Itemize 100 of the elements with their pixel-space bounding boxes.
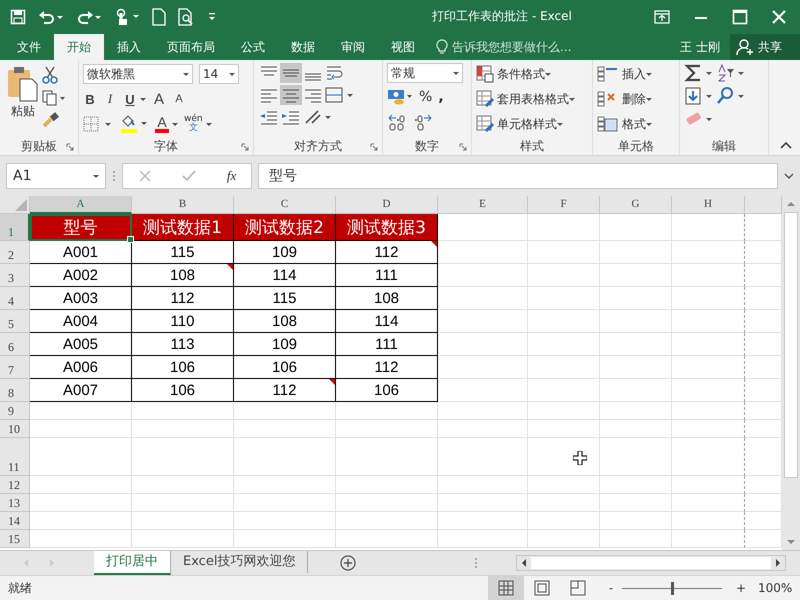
- scroll-thumb[interactable]: [784, 212, 798, 478]
- new-document-icon[interactable]: [152, 8, 166, 26]
- row-header[interactable]: 10: [0, 420, 30, 438]
- merge-center-icon[interactable]: [324, 85, 354, 105]
- increase-decimal-icon[interactable]: [387, 113, 407, 131]
- row-header[interactable]: 13: [0, 494, 30, 512]
- column-header[interactable]: A: [30, 196, 132, 214]
- fill-handle[interactable]: [127, 236, 134, 243]
- percent-button[interactable]: %: [419, 89, 432, 105]
- empty-cell: [600, 333, 672, 356]
- styles-menu-item[interactable]: 条件格式: [476, 63, 588, 85]
- font-color-button[interactable]: A: [155, 115, 169, 133]
- name-box[interactable]: A1: [6, 163, 106, 189]
- collapse-ribbon-icon[interactable]: [780, 141, 792, 149]
- zoom-level[interactable]: 100%: [758, 581, 792, 595]
- zoom-in-button[interactable]: +: [734, 581, 748, 595]
- ribbon-tab[interactable]: 公式: [228, 34, 278, 60]
- scroll-up-icon[interactable]: [786, 200, 796, 208]
- touch-icon[interactable]: [114, 8, 140, 26]
- row-header[interactable]: 7: [0, 356, 30, 379]
- currency-icon[interactable]: [387, 88, 413, 106]
- styles-menu-item[interactable]: 单元格样式: [476, 113, 588, 135]
- row-header[interactable]: 12: [0, 476, 30, 494]
- column-header[interactable]: G: [600, 196, 672, 214]
- ribbon-tab[interactable]: 插入: [104, 34, 154, 60]
- row-header[interactable]: 9: [0, 402, 30, 420]
- row-header[interactable]: 15: [0, 530, 30, 548]
- undo-icon[interactable]: [38, 8, 64, 24]
- shrink-font-button[interactable]: A: [172, 93, 186, 105]
- italic-button[interactable]: I: [103, 91, 117, 107]
- fill-color-icon[interactable]: [119, 115, 149, 133]
- add-sheet-icon[interactable]: [340, 555, 356, 571]
- cells-menu-item[interactable]: 删除: [597, 88, 675, 110]
- ribbon-tab[interactable]: 审阅: [328, 34, 378, 60]
- grow-font-button[interactable]: A: [152, 90, 166, 108]
- autosum-icon[interactable]: [684, 63, 714, 83]
- sheet-tab[interactable]: 打印居中: [94, 551, 171, 575]
- sort-filter-icon[interactable]: [716, 63, 746, 83]
- normal-view-icon[interactable]: [488, 576, 524, 600]
- row-header[interactable]: 6: [0, 333, 30, 356]
- ribbon-display-icon[interactable]: [654, 10, 670, 24]
- cut-icon[interactable]: [42, 66, 58, 84]
- formula-field[interactable]: 型号: [258, 163, 778, 189]
- search-icon[interactable]: [716, 86, 746, 106]
- expand-icon[interactable]: [784, 172, 794, 180]
- zoom-slider-thumb[interactable]: [671, 582, 674, 594]
- column-header[interactable]: E: [438, 196, 528, 214]
- ribbon-tab[interactable]: 开始: [54, 34, 104, 60]
- group-label: 字体: [154, 138, 178, 154]
- phonetic-button[interactable]: wén 文: [184, 115, 203, 133]
- underline-button[interactable]: U: [123, 92, 137, 106]
- dialog-launcher-icon[interactable]: [370, 143, 378, 151]
- cells-menu-item[interactable]: 插入: [597, 63, 675, 85]
- dialog-launcher-icon[interactable]: [66, 143, 74, 151]
- row-header[interactable]: 1: [0, 214, 30, 241]
- close-icon[interactable]: [772, 10, 786, 24]
- share-button[interactable]: 共享: [730, 34, 800, 60]
- ribbon-tab[interactable]: 文件: [4, 34, 54, 60]
- row-header[interactable]: 3: [0, 264, 30, 287]
- scroll-right-icon[interactable]: [773, 558, 783, 568]
- column-header[interactable]: F: [528, 196, 600, 214]
- number-format-dropdown[interactable]: 常规: [387, 63, 463, 83]
- styles-menu-item[interactable]: 套用表格格式: [476, 88, 588, 110]
- sheet-tab[interactable]: Excel技巧网欢迎您: [171, 551, 308, 573]
- borders-icon[interactable]: [83, 116, 113, 132]
- row-header[interactable]: 8: [0, 379, 30, 402]
- scroll-down-icon[interactable]: [786, 538, 796, 546]
- redo-icon[interactable]: [76, 8, 102, 24]
- ribbon-tab[interactable]: 视图: [378, 34, 428, 60]
- comma-button[interactable]: ,: [438, 89, 444, 105]
- font-size-dropdown[interactable]: 14: [199, 64, 239, 84]
- insert-function-button[interactable]: fx: [226, 168, 236, 184]
- copy-icon[interactable]: [42, 90, 66, 106]
- row-header[interactable]: 11: [0, 438, 30, 476]
- row-header[interactable]: 4: [0, 287, 30, 310]
- save-icon[interactable]: [10, 8, 26, 24]
- align-center-icon[interactable]: [280, 85, 302, 105]
- row-header[interactable]: 14: [0, 512, 30, 530]
- fill-down-icon[interactable]: [684, 86, 714, 106]
- row-header[interactable]: 5: [0, 310, 30, 333]
- decrease-decimal-icon[interactable]: [413, 113, 433, 131]
- format-painter-icon[interactable]: [42, 112, 60, 128]
- row-header[interactable]: 2: [0, 241, 30, 264]
- column-header[interactable]: H: [672, 196, 745, 214]
- dialog-launcher-icon[interactable]: [459, 143, 467, 151]
- font-name-dropdown[interactable]: 微软雅黑: [83, 64, 193, 84]
- maximize-icon[interactable]: [732, 8, 748, 24]
- ribbon-tab[interactable]: 页面布局: [154, 34, 228, 60]
- tell-me-field[interactable]: 告诉我您想要做什么...: [452, 40, 602, 54]
- zoom-out-button[interactable]: -: [604, 581, 618, 595]
- bold-button[interactable]: B: [83, 92, 97, 106]
- ribbon-tab[interactable]: 数据: [278, 34, 328, 60]
- horizontal-scrollbar[interactable]: [516, 555, 786, 571]
- middle-align-icon[interactable]: [280, 63, 302, 83]
- scroll-thumb[interactable]: [531, 557, 771, 569]
- customize-icon[interactable]: [208, 12, 216, 22]
- user-name[interactable]: 王 士刚: [680, 34, 730, 60]
- paste-button[interactable]: 粘贴: [4, 63, 42, 123]
- dialog-launcher-icon[interactable]: [241, 143, 249, 151]
- cells-menu-item[interactable]: 格式: [597, 113, 675, 135]
